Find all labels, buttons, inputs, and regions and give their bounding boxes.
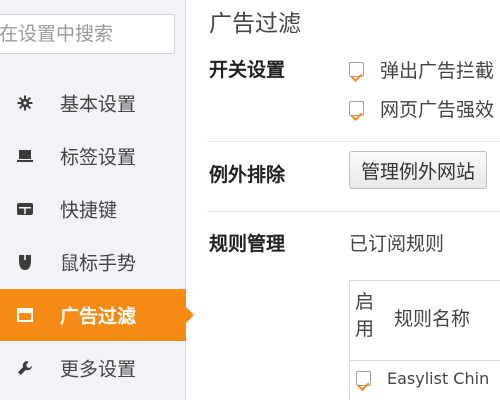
table-header-divider	[350, 360, 500, 361]
sidebar-item-label: 鼠标手势	[60, 252, 137, 275]
sidebar-item-label: 快捷键	[60, 199, 118, 222]
sidebar-item-label: 基本设置	[60, 93, 137, 116]
checkmark-icon	[350, 69, 363, 83]
keyboard-icon	[17, 201, 33, 217]
page-title: 广告过滤	[209, 11, 301, 37]
option-label: 弹出广告拦截	[380, 60, 495, 82]
settings-sidebar: 基本设置 标签设置 快捷键 鼠标手势 广告过滤 更多设置	[0, 0, 186, 400]
settings-content: 广告过滤 开关设置 弹出广告拦截 网页广告强效 例外排除 管理例外网站 规则管理…	[187, 0, 500, 400]
window-icon	[17, 307, 33, 323]
section-divider	[207, 141, 500, 142]
section-divider	[207, 211, 500, 212]
sidebar-item-label: 广告过滤	[60, 305, 137, 328]
mouse-icon	[17, 254, 33, 270]
page-ad-strong-checkbox[interactable]	[349, 101, 364, 122]
section-label-exceptions: 例外排除	[209, 164, 286, 186]
table-row[interactable]: Easylist Chin	[356, 369, 490, 392]
wrench-icon	[17, 360, 33, 376]
section-label-rules: 规则管理	[209, 233, 286, 255]
option-page-ad-strong[interactable]: 网页广告强效	[349, 95, 494, 122]
column-header-rule-name: 规则名称	[394, 308, 471, 330]
checkmark-icon	[350, 108, 363, 122]
rules-table: 启用 规则名称 Easylist Chin	[349, 280, 500, 400]
sidebar-item-ad-filter[interactable]: 广告过滤	[0, 289, 186, 341]
manage-exception-sites-button[interactable]: 管理例外网站	[349, 151, 488, 189]
sidebar-item-basic[interactable]: 基本设置	[0, 77, 186, 129]
sidebar-item-more[interactable]: 更多设置	[0, 342, 186, 394]
settings-search-box[interactable]	[0, 14, 175, 54]
popup-block-checkbox[interactable]	[349, 62, 364, 83]
option-popup-block[interactable]: 弹出广告拦截	[349, 56, 494, 83]
checkmark-icon	[357, 378, 370, 392]
column-header-enable: 启用	[355, 291, 375, 340]
sidebar-item-mouse-gestures[interactable]: 鼠标手势	[0, 236, 186, 288]
section-label-switch: 开关设置	[209, 59, 286, 81]
option-label: 网页广告强效	[380, 99, 495, 121]
sidebar-item-shortcuts[interactable]: 快捷键	[0, 183, 186, 235]
sidebar-item-label: 更多设置	[60, 358, 137, 381]
tab-icon	[17, 148, 33, 164]
subscribed-rules-label: 已订阅规则	[349, 233, 445, 255]
rule-enable-checkbox[interactable]	[356, 371, 371, 392]
rule-name: Easylist Chin	[387, 369, 490, 388]
settings-search-input[interactable]	[0, 15, 174, 53]
gear-icon	[17, 95, 33, 111]
sidebar-item-label: 标签设置	[60, 146, 137, 169]
sidebar-item-tabs[interactable]: 标签设置	[0, 130, 186, 182]
